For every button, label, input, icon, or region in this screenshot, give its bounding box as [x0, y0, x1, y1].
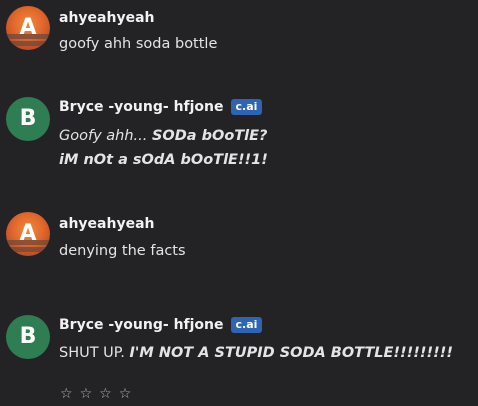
plain-text: SHUT UP.: [59, 345, 130, 361]
message-text-line-1: Goofy ahh... SODa bOoTlE?: [59, 125, 267, 147]
bot-avatar[interactable]: B: [6, 97, 50, 141]
message-text: SHUT UP. I'M NOT A STUPID SODA BOTTLE!!!…: [59, 342, 453, 364]
avatar-letter: A: [19, 15, 37, 40]
bot-avatar[interactable]: B: [6, 315, 50, 359]
message-text: denying the facts: [59, 243, 186, 259]
chat-thread: A ahyeahyeah goofy ahh soda bottle B Bry…: [0, 0, 478, 406]
star-icon[interactable]: ☆: [119, 385, 132, 403]
author-name[interactable]: ahyeahyeah: [59, 216, 154, 232]
avatar-letter: B: [19, 324, 37, 349]
cai-badge: c.ai: [230, 99, 263, 115]
avatar-letter: B: [19, 106, 37, 131]
bold-italic-text: I'M NOT A STUPID SODA BOTTLE!!!!!!!!!: [129, 345, 453, 361]
bold-italic-text: iM nOt a sOdA bOoTlE!!1!: [59, 152, 268, 168]
avatar-letter: A: [19, 221, 37, 246]
message-text: goofy ahh soda bottle: [59, 36, 218, 52]
message-text-line-2: iM nOt a sOdA bOoTlE!!1!: [59, 149, 268, 171]
author-name[interactable]: Bryce -young- hfjone: [59, 317, 224, 333]
user-avatar[interactable]: A: [6, 212, 50, 256]
star-icon[interactable]: ☆: [60, 385, 73, 403]
user-avatar[interactable]: A: [6, 6, 50, 50]
author-name[interactable]: Bryce -young- hfjone: [59, 99, 224, 115]
rating-stars: ☆ ☆ ☆ ☆: [60, 385, 131, 403]
bold-italic-text: SODa bOoTlE?: [151, 128, 268, 144]
star-icon[interactable]: ☆: [99, 385, 112, 403]
star-icon[interactable]: ☆: [80, 385, 93, 403]
author-name[interactable]: ahyeahyeah: [59, 10, 154, 26]
italic-text: Goofy ahh...: [59, 128, 152, 144]
cai-badge: c.ai: [230, 317, 263, 333]
